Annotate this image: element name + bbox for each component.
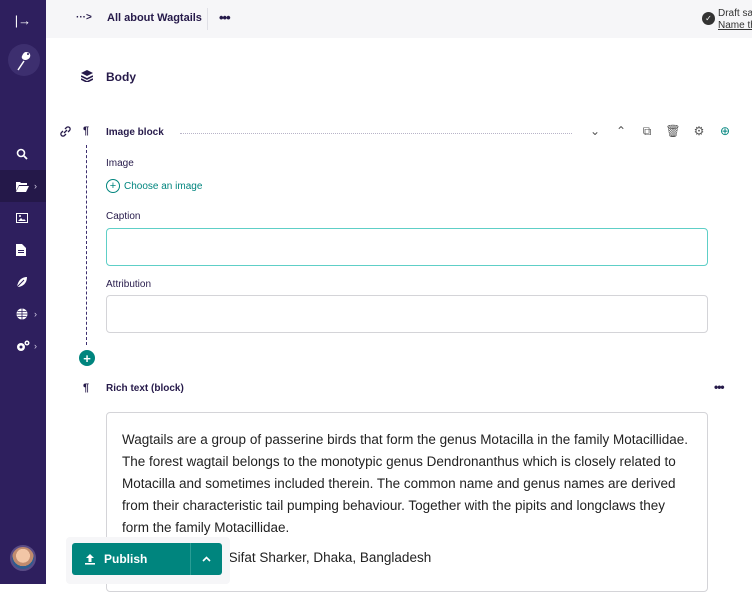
breadcrumb-expand-button[interactable]: ···> bbox=[76, 12, 92, 23]
chevron-up-icon bbox=[202, 556, 211, 562]
sidebar-collapse-button[interactable]: |→ bbox=[0, 6, 46, 34]
publish-button[interactable]: Publish bbox=[72, 543, 190, 575]
more-actions-toggle[interactable] bbox=[190, 543, 222, 575]
page-actions-more-button[interactable]: ••• bbox=[219, 10, 231, 25]
upload-icon bbox=[85, 554, 95, 565]
publish-label: Publish bbox=[104, 552, 148, 566]
globe-icon bbox=[16, 308, 28, 320]
folder-open-icon bbox=[16, 181, 29, 192]
search-icon bbox=[16, 148, 28, 160]
paragraph-icon: ¶ bbox=[83, 125, 90, 137]
block-guide-line bbox=[86, 145, 87, 345]
collapse-icon: |→ bbox=[14, 12, 32, 28]
cogs-icon bbox=[17, 340, 30, 351]
header-bar: ···> All about Wagtails ••• ✓ Draft save… bbox=[46, 0, 752, 38]
sidebar-item-search[interactable] bbox=[0, 138, 46, 170]
move-down-icon[interactable]: ⌄ bbox=[582, 124, 608, 139]
stack-icon bbox=[80, 70, 94, 85]
add-block-button[interactable]: + bbox=[79, 350, 95, 366]
caption-input[interactable] bbox=[106, 228, 708, 266]
section-title-body: Body bbox=[106, 70, 136, 84]
block-actions: ⌄ ⌃ ⧉ 🗑 ⚙ ⊕ bbox=[582, 124, 738, 139]
sidebar-item-pages[interactable]: › bbox=[0, 170, 46, 202]
name-version-link[interactable]: Name this version bbox=[718, 20, 752, 32]
link-icon[interactable] bbox=[60, 126, 71, 140]
block-header-rule bbox=[180, 133, 572, 134]
leaf-icon bbox=[16, 277, 27, 288]
caption-label: Caption bbox=[106, 211, 141, 222]
choose-image-label: Choose an image bbox=[124, 180, 203, 192]
rich-text-paragraph: Wagtails are a group of passerine birds … bbox=[122, 432, 689, 535]
save-status: Draft saved Name this version bbox=[718, 8, 752, 32]
status-draft-saved: Draft saved bbox=[718, 8, 752, 19]
document-icon bbox=[16, 244, 26, 256]
check-circle-icon: ✓ bbox=[702, 12, 715, 25]
user-avatar[interactable] bbox=[10, 545, 36, 571]
page-title: All about Wagtails bbox=[107, 12, 202, 24]
sidebar-item-settings[interactable]: › bbox=[0, 330, 46, 362]
gear-icon[interactable]: ⚙ bbox=[686, 124, 712, 139]
block-more-button[interactable]: ••• bbox=[714, 380, 725, 394]
choose-image-button[interactable]: + Choose an image bbox=[106, 179, 202, 193]
chevron-right-icon: › bbox=[34, 341, 37, 351]
image-label: Image bbox=[106, 158, 134, 169]
sidebar: |→ › › › bbox=[0, 0, 46, 584]
wagtail-bird-icon bbox=[17, 52, 31, 71]
attribution-label: Attribution bbox=[106, 279, 152, 290]
chevron-right-icon: › bbox=[34, 309, 37, 319]
paragraph-icon: ¶ bbox=[83, 382, 90, 394]
image-block-title[interactable]: Image block bbox=[106, 127, 164, 138]
add-comment-icon[interactable]: ⊕ bbox=[712, 124, 738, 139]
delete-icon[interactable]: 🗑 bbox=[660, 124, 686, 139]
duplicate-icon[interactable]: ⧉ bbox=[634, 124, 660, 139]
sidebar-item-images[interactable] bbox=[0, 202, 46, 234]
wagtail-logo[interactable] bbox=[8, 44, 40, 76]
rich-text-block-title[interactable]: Rich text (block) bbox=[106, 383, 184, 394]
plus-circle-icon: + bbox=[106, 179, 120, 193]
attribution-input[interactable] bbox=[106, 295, 708, 333]
sidebar-item-snippets[interactable] bbox=[0, 266, 46, 298]
sidebar-item-documents[interactable] bbox=[0, 234, 46, 266]
sidebar-item-sites[interactable]: › bbox=[0, 298, 46, 330]
move-up-icon[interactable]: ⌃ bbox=[608, 124, 634, 139]
header-divider bbox=[207, 8, 208, 30]
chevron-right-icon: › bbox=[34, 181, 37, 191]
image-icon bbox=[16, 213, 28, 223]
